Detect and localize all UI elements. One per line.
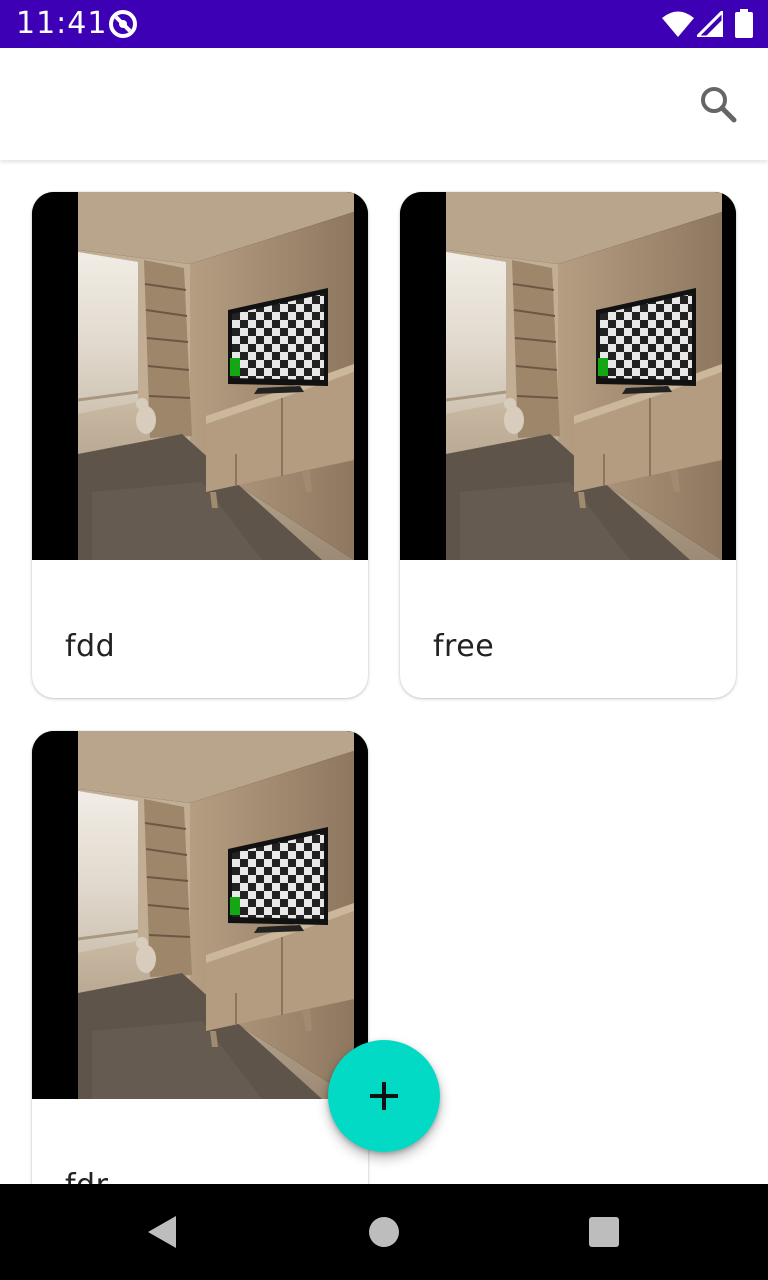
search-icon <box>701 87 737 123</box>
card-thumbnail <box>32 731 368 1099</box>
back-icon[interactable] <box>144 1214 180 1250</box>
card[interactable]: fdr <box>32 731 368 1184</box>
home-icon[interactable] <box>369 1217 399 1247</box>
recents-icon[interactable] <box>589 1217 619 1247</box>
navigation-bar <box>0 1184 768 1280</box>
card-thumbnail <box>400 192 736 560</box>
card-title: free <box>433 629 495 664</box>
app-notification-icon <box>109 10 137 38</box>
add-button[interactable] <box>328 1040 440 1152</box>
search-button[interactable] <box>690 76 746 132</box>
cell-signal-icon <box>697 11 723 37</box>
card[interactable]: fdd <box>32 192 368 698</box>
wifi-icon <box>662 11 694 37</box>
card[interactable]: free <box>400 192 736 698</box>
card-grid: fdd free fdr <box>0 160 768 1184</box>
card-title: fdr <box>65 1167 108 1184</box>
card-thumbnail <box>32 192 368 560</box>
battery-icon <box>735 9 753 38</box>
card-title: fdd <box>65 629 116 664</box>
app-bar <box>0 48 768 160</box>
status-time: 11:41 <box>16 6 108 41</box>
status-bar: 11:41 <box>0 0 768 48</box>
plus-icon <box>370 1082 398 1110</box>
